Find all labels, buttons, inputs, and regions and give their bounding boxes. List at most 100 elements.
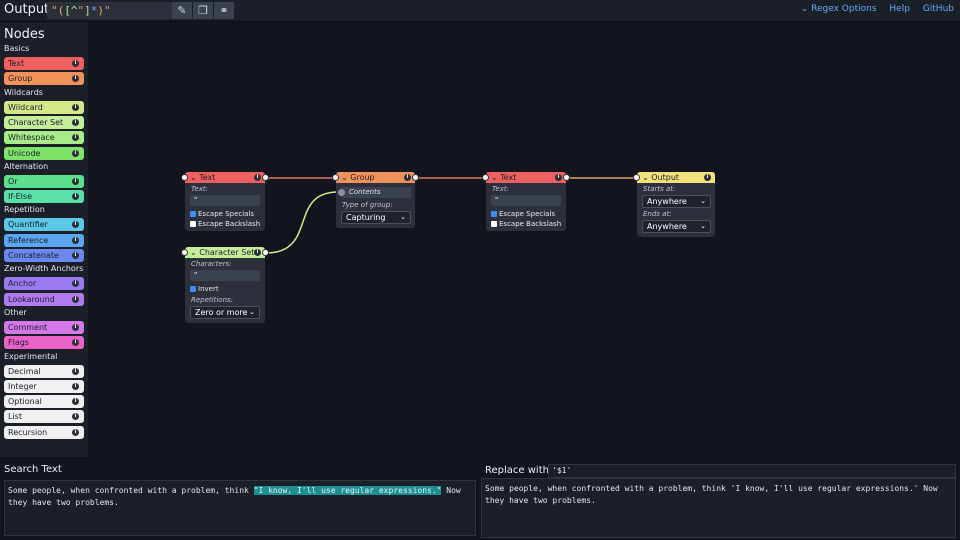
node-palette-item[interactable]: Flags i [4, 336, 84, 350]
info-icon[interactable]: i [72, 323, 79, 331]
regex-char: ] [84, 4, 91, 17]
escape-backslash-checkbox[interactable]: Escape Backslash [190, 220, 260, 228]
ends-at-select[interactable]: Anywhere ⌄ [642, 220, 711, 233]
node-palette-item[interactable]: Text i [4, 57, 84, 70]
info-icon[interactable]: i [72, 118, 79, 126]
info-icon[interactable]: i [72, 236, 79, 244]
info-icon[interactable]: i [72, 193, 79, 201]
node-palette-item[interactable]: Comment i [4, 320, 84, 334]
output-port[interactable] [262, 174, 269, 181]
escape-specials-checkbox[interactable]: Escape Specials [491, 210, 555, 218]
input-port[interactable] [482, 174, 489, 181]
text-node-1-header[interactable]: ⌄ Text i [185, 172, 265, 183]
contents-port[interactable] [338, 189, 345, 196]
contents-connector[interactable]: Contents [338, 187, 411, 198]
output-port[interactable] [262, 249, 269, 256]
info-icon[interactable]: i [72, 295, 79, 303]
type-of-group-label: Type of group: [342, 201, 393, 209]
info-icon[interactable]: i [72, 177, 79, 185]
invert-checkbox[interactable]: Invert [190, 285, 219, 293]
ends-at-value: Anywhere [647, 222, 687, 231]
clipboard-icon[interactable]: ❐ [193, 2, 213, 19]
node-canvas[interactable]: ⌄ Text i Text: " Escape Specials Escape B… [88, 22, 960, 457]
node-palette-item[interactable]: Wildcard i [4, 100, 84, 114]
escape-specials-checkbox[interactable]: Escape Specials [190, 210, 254, 218]
node-palette-item[interactable]: List i [4, 410, 84, 424]
replace-input[interactable]: '$1' [548, 464, 956, 478]
info-icon[interactable]: i [254, 174, 261, 181]
output-regex-field[interactable]: "([^"]*)" [47, 2, 172, 19]
link-icon[interactable]: ⚭ [214, 2, 234, 19]
repetitions-select[interactable]: Zero or more ⌄ [190, 306, 260, 319]
info-icon[interactable]: i [72, 339, 79, 347]
info-icon[interactable]: i [72, 398, 79, 406]
node-palette-item[interactable]: Quantifier i [4, 218, 84, 232]
group-node[interactable]: ⌄ Group i Contents Type of group: Capturi… [332, 172, 419, 228]
info-icon[interactable]: i [72, 60, 79, 67]
group-node-header[interactable]: ⌄ Group i [336, 172, 415, 183]
search-textarea[interactable]: Some people, when confronted with a prob… [4, 480, 476, 536]
info-icon[interactable]: i [72, 103, 79, 111]
node-palette-item[interactable]: Reference i [4, 233, 84, 247]
node-palette-item[interactable]: Unicode i [4, 146, 84, 160]
info-icon[interactable]: i [72, 280, 79, 288]
characters-input[interactable]: " [190, 270, 260, 281]
node-palette-item[interactable]: Whitespace i [4, 131, 84, 145]
node-palette-item[interactable]: Decimal i [4, 364, 84, 378]
info-icon[interactable]: i [72, 428, 79, 436]
info-icon[interactable]: i [72, 367, 79, 375]
category-label: Basics [4, 44, 30, 53]
info-icon[interactable]: i [72, 252, 79, 259]
node-palette-item[interactable]: Or i [4, 174, 84, 188]
node-palette-item[interactable]: Lookaround i [4, 292, 84, 306]
checkbox-checked-icon [190, 286, 196, 292]
edit-pencil-icon[interactable]: ✎ [172, 2, 192, 19]
output-port[interactable] [412, 174, 419, 181]
output-port[interactable] [563, 174, 570, 181]
text-node-1[interactable]: ⌄ Text i Text: " Escape Specials Escape B… [181, 172, 269, 231]
node-palette-item-label: If-Else [8, 192, 32, 202]
node-palette-item[interactable]: Recursion i [4, 425, 84, 439]
wire-charset-contents [265, 191, 339, 254]
info-icon[interactable]: i [404, 174, 411, 181]
text-node-2-header[interactable]: ⌄ Text i [486, 172, 566, 183]
escape-backslash-checkbox[interactable]: Escape Backslash [491, 220, 561, 228]
input-port[interactable] [181, 249, 188, 256]
help-link[interactable]: Help [889, 4, 910, 14]
replace-result-textarea: Some people, when confronted with a prob… [481, 478, 956, 538]
node-palette-item[interactable]: Concatenate i [4, 249, 84, 262]
info-icon[interactable]: i [72, 149, 79, 157]
text-node-2[interactable]: ⌄ Text i Text: " Escape Specials Escape B… [482, 172, 570, 231]
invert-label: Invert [198, 285, 219, 293]
input-port[interactable] [181, 174, 188, 181]
node-palette-item[interactable]: Group i [4, 72, 84, 86]
output-node-header[interactable]: ⌄ Output i [637, 172, 715, 183]
info-icon[interactable]: i [254, 249, 261, 256]
info-icon[interactable]: i [72, 75, 79, 83]
github-link[interactable]: GitHub [923, 4, 954, 14]
input-port[interactable] [633, 174, 640, 181]
input-port[interactable] [332, 174, 339, 181]
regex-options-link[interactable]: ⌄ Regex Options [801, 4, 877, 14]
group-type-select[interactable]: Capturing ⌄ [341, 211, 411, 224]
info-icon[interactable]: i [72, 134, 79, 142]
node-palette-item[interactable]: If-Else i [4, 190, 84, 204]
info-icon[interactable]: i [72, 221, 79, 229]
search-text-title: Search Text [4, 464, 62, 475]
text-input[interactable]: " [190, 195, 260, 206]
node-palette-item-label: Character Set [8, 117, 64, 127]
character-set-node[interactable]: ⌄ Character Set i Characters: " Invert Re… [181, 247, 269, 323]
starts-at-label: Starts at: [643, 185, 676, 193]
node-palette-item[interactable]: Anchor i [4, 277, 84, 291]
info-icon[interactable]: i [72, 382, 79, 390]
info-icon[interactable]: i [72, 413, 79, 421]
node-palette-item[interactable]: Integer i [4, 379, 84, 393]
node-palette-item[interactable]: Optional i [4, 395, 84, 409]
output-node[interactable]: ⌄ Output i Starts at: Anywhere ⌄ Ends at: … [633, 172, 715, 237]
info-icon[interactable]: i [704, 174, 711, 181]
starts-at-select[interactable]: Anywhere ⌄ [642, 195, 711, 208]
info-icon[interactable]: i [555, 174, 562, 181]
character-set-node-header[interactable]: ⌄ Character Set i [185, 247, 265, 258]
node-palette-item[interactable]: Character Set i [4, 115, 84, 129]
text-input[interactable]: " [491, 195, 561, 206]
